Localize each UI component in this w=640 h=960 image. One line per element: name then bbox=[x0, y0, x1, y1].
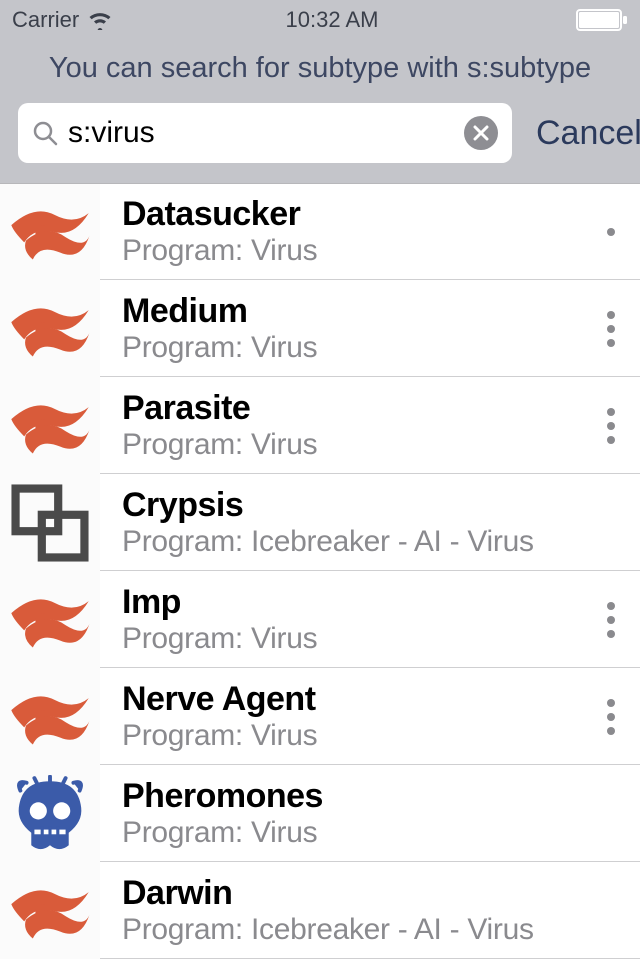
anarch-icon bbox=[0, 571, 100, 668]
list-item[interactable]: Medium Program: Virus bbox=[0, 280, 640, 377]
status-bar: 10:32 AM Carrier bbox=[0, 0, 640, 40]
influence-dots bbox=[600, 311, 640, 347]
criminal-icon bbox=[0, 765, 100, 862]
list-item[interactable]: Crypsis Program: Icebreaker - AI - Virus bbox=[0, 474, 640, 571]
card-subtitle: Program: Virus bbox=[122, 816, 600, 851]
anarch-icon bbox=[0, 862, 100, 959]
influence-dots bbox=[600, 408, 640, 444]
shaper-icon bbox=[0, 474, 100, 571]
influence-dots bbox=[600, 699, 640, 735]
search-icon bbox=[32, 120, 58, 146]
card-subtitle: Program: Virus bbox=[122, 331, 600, 366]
anarch-icon bbox=[0, 377, 100, 474]
search-input[interactable] bbox=[68, 116, 454, 150]
card-title: Datasucker bbox=[122, 195, 600, 234]
card-subtitle: Program: Icebreaker - AI - Virus bbox=[122, 913, 600, 948]
list-item[interactable]: Darwin Program: Icebreaker - AI - Virus bbox=[0, 862, 640, 959]
list-item[interactable]: Parasite Program: Virus bbox=[0, 377, 640, 474]
list-item[interactable]: Datasucker Program: Virus bbox=[0, 183, 640, 280]
anarch-icon bbox=[0, 668, 100, 765]
card-subtitle: Program: Virus bbox=[122, 234, 600, 269]
search-field[interactable] bbox=[18, 103, 512, 163]
cancel-button[interactable]: Cancel bbox=[536, 114, 640, 153]
list-item[interactable]: Nerve Agent Program: Virus bbox=[0, 668, 640, 765]
card-title: Parasite bbox=[122, 389, 600, 428]
search-row: Cancel bbox=[0, 103, 640, 183]
list-item[interactable]: Pheromones Program: Virus bbox=[0, 765, 640, 862]
card-title: Imp bbox=[122, 583, 600, 622]
list-item[interactable]: Imp Program: Virus bbox=[0, 571, 640, 668]
card-subtitle: Program: Virus bbox=[122, 622, 600, 657]
card-title: Medium bbox=[122, 292, 600, 331]
results-list: Datasucker Program: Virus Medium Program… bbox=[0, 183, 640, 959]
card-subtitle: Program: Icebreaker - AI - Virus bbox=[122, 525, 600, 560]
anarch-icon bbox=[0, 280, 100, 377]
card-subtitle: Program: Virus bbox=[122, 428, 600, 463]
card-title: Nerve Agent bbox=[122, 680, 600, 719]
anarch-icon bbox=[0, 183, 100, 280]
search-hint: You can search for subtype with s:subtyp… bbox=[0, 40, 640, 103]
card-title: Darwin bbox=[122, 874, 600, 913]
influence-dots bbox=[600, 228, 640, 236]
card-title: Pheromones bbox=[122, 777, 600, 816]
clear-icon[interactable] bbox=[464, 116, 498, 150]
status-time: 10:32 AM bbox=[12, 7, 640, 33]
influence-dots bbox=[600, 602, 640, 638]
card-subtitle: Program: Virus bbox=[122, 719, 600, 754]
card-title: Crypsis bbox=[122, 486, 600, 525]
